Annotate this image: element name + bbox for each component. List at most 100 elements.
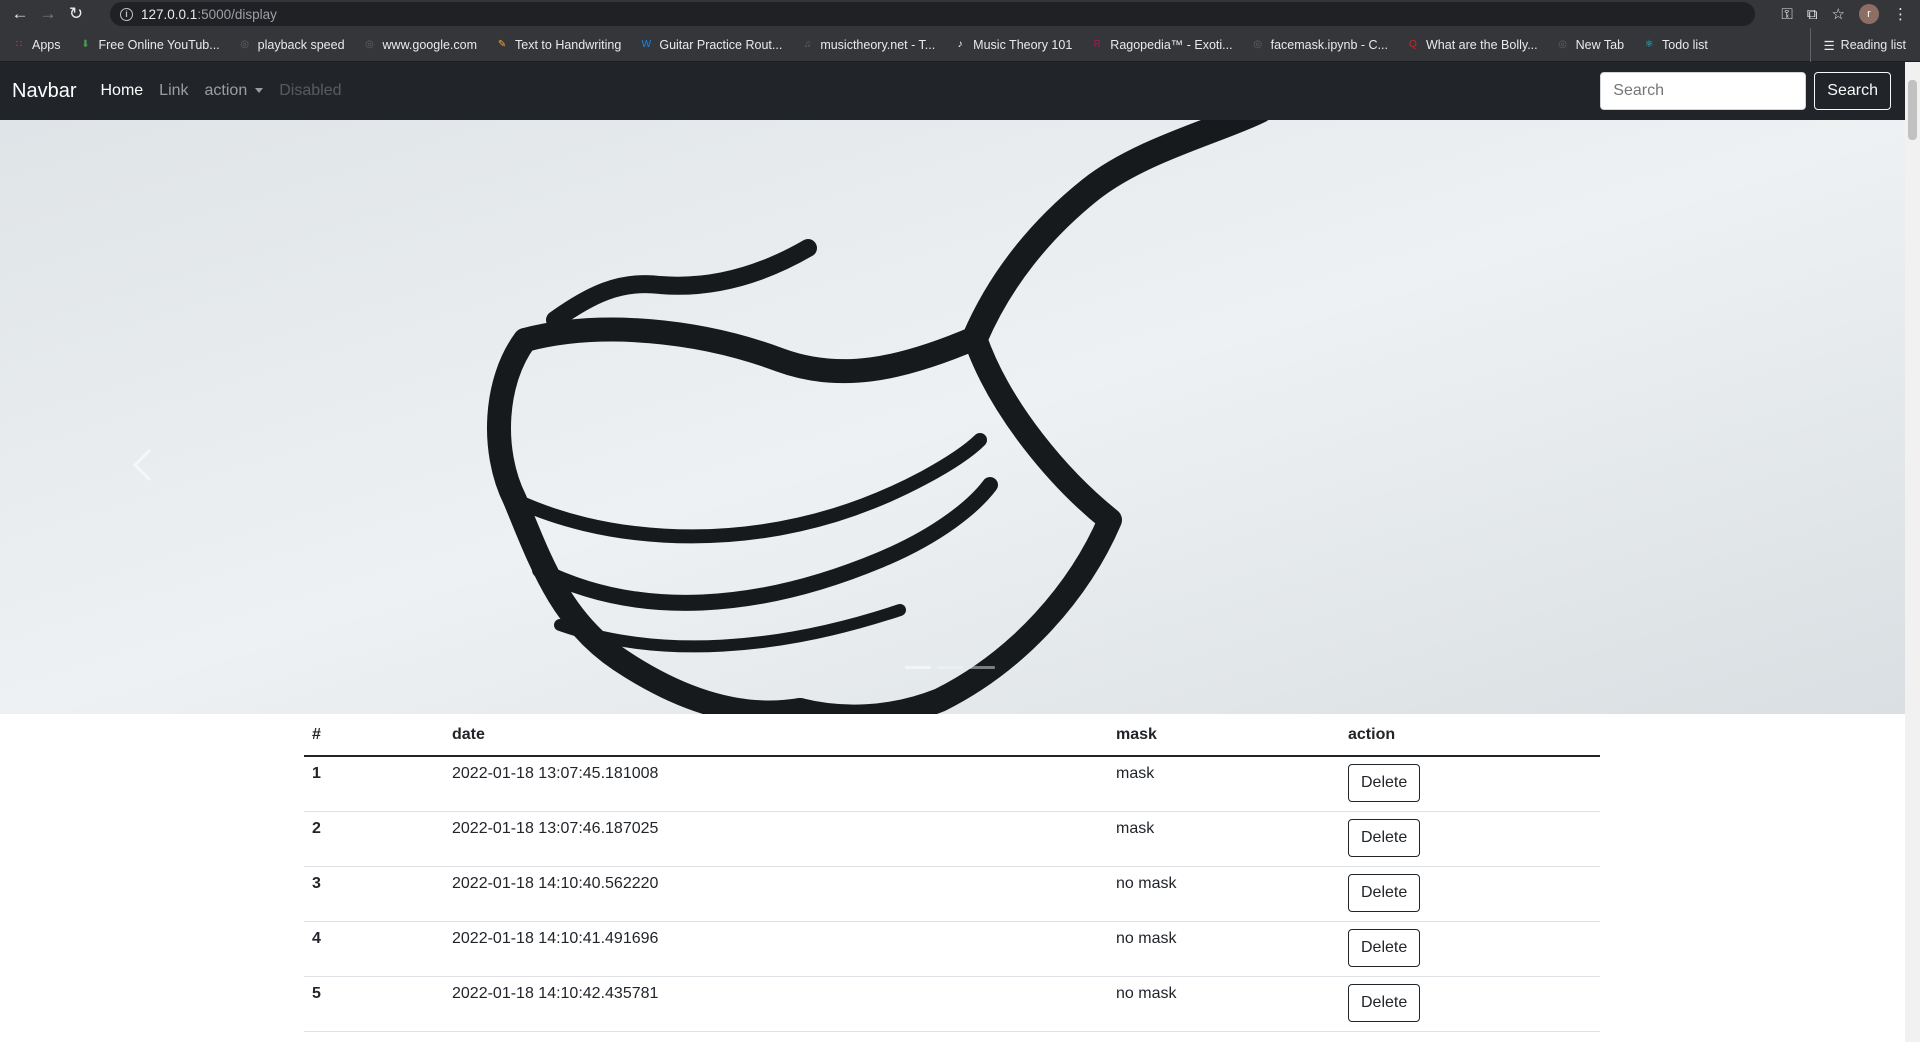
bookmark-label: New Tab (1575, 37, 1625, 52)
search-button[interactable]: Search (1814, 72, 1891, 110)
bookmark-item[interactable]: ∷ Apps (12, 38, 61, 52)
bookmark-item[interactable]: ⬇ Free Online YouTub... (79, 37, 220, 52)
row-mask-status: no mask (1108, 976, 1340, 1032)
row-mask-status: no mask (1108, 921, 1340, 977)
forward-arrow-icon[interactable]: → (34, 0, 62, 28)
delete-button[interactable]: Delete (1348, 818, 1421, 857)
profile-avatar[interactable]: r (1859, 4, 1879, 24)
bookmark-label: www.google.com (382, 37, 478, 52)
note-icon: ♪ (957, 39, 963, 50)
header-num: # (304, 714, 444, 757)
row-num: 1 (304, 756, 444, 812)
bookmark-label: Text to Handwriting (515, 37, 622, 52)
wordpress-icon: W (641, 39, 652, 50)
delete-button[interactable]: Delete (1348, 928, 1421, 967)
bookmark-item[interactable]: ♪ Music Theory 101 (953, 37, 1073, 52)
bookmark-label: musictheory.net - T... (820, 37, 936, 52)
url-path: :5000/display (197, 6, 277, 22)
row-num: 5 (304, 976, 444, 1032)
back-arrow-icon[interactable]: ← (6, 0, 34, 28)
bookmark-label: Free Online YouTub... (98, 37, 220, 52)
bookmark-item[interactable]: ◎ facemask.ipynb - C... (1251, 38, 1388, 52)
navbar-brand[interactable]: Navbar (12, 80, 76, 103)
bookmark-label: facemask.ipynb - C... (1270, 37, 1388, 52)
bookmark-label: playback speed (257, 37, 345, 52)
address-bar[interactable]: i 127.0.0.1:5000/display (110, 2, 1755, 26)
bookmark-item[interactable]: Q What are the Bolly... (1406, 38, 1538, 52)
url-host: 127.0.0.1 (141, 6, 198, 22)
nav-dropdown-label: action (204, 82, 248, 99)
bookmark-item[interactable]: ✎ Text to Handwriting (495, 37, 622, 52)
nav-link-home[interactable]: Home (100, 82, 143, 100)
page-viewport: Navbar Home Link action Disabled Search (0, 62, 1905, 1042)
navbar: Navbar Home Link action Disabled Search (0, 62, 1905, 120)
header-action: action (1340, 714, 1600, 757)
header-mask: mask (1108, 714, 1340, 757)
delete-button[interactable]: Delete (1348, 873, 1421, 912)
bookmark-label: Todo list (1662, 37, 1708, 52)
row-action-cell: Delete (1340, 866, 1600, 922)
row-date: 2022-01-18 14:10:40.562220 (444, 866, 1108, 922)
row-mask-status: mask (1108, 756, 1340, 812)
table-row: 5 2022-01-18 14:10:42.435781 no mask Delete (304, 976, 1600, 1032)
nav-dropdown-action[interactable]: action (205, 82, 264, 100)
quora-icon: Q (1409, 39, 1417, 50)
apps-grid-icon: ∷ (15, 39, 23, 50)
row-mask-status: mask (1108, 811, 1340, 867)
row-action-cell: Delete (1340, 811, 1600, 867)
table-row: 1 2022-01-18 13:07:45.181008 mask Delete (304, 756, 1600, 812)
globe-icon: ◎ (365, 39, 374, 50)
table-row: 4 2022-01-18 14:10:41.491696 no mask Delete (304, 921, 1600, 977)
star-icon[interactable]: ☆ (1832, 5, 1845, 23)
bookmark-item[interactable]: ⚛ Todo list (1642, 38, 1708, 52)
menu-dots-icon[interactable]: ⋮ (1893, 5, 1908, 23)
reading-list-icon: ☰ (1823, 38, 1835, 53)
react-icon: ⚛ (1644, 39, 1654, 50)
reading-list-button[interactable]: ☰ Reading list (1810, 28, 1906, 62)
table-row: 3 2022-01-18 14:10:40.562220 no mask Delete (304, 866, 1600, 922)
header-date: date (444, 714, 1108, 757)
row-date: 2022-01-18 13:07:46.187025 (444, 811, 1108, 867)
bookmark-item[interactable]: W Guitar Practice Rout... (639, 37, 783, 52)
download-arrow-icon: ⬇ (81, 39, 90, 50)
bookmark-item[interactable]: ◎ playback speed (238, 37, 345, 52)
row-action-cell: Delete (1340, 921, 1600, 977)
row-date: 2022-01-18 13:07:45.181008 (444, 756, 1108, 812)
reading-list-label: Reading list (1840, 38, 1906, 52)
pen-icon: ✎ (497, 39, 507, 50)
bookmark-label: Ragopedia™ - Exoti... (1110, 37, 1233, 52)
row-date: 2022-01-18 14:10:42.435781 (444, 976, 1108, 1032)
nav-link-link[interactable]: Link (159, 82, 188, 100)
reload-icon[interactable]: ↻ (62, 0, 90, 28)
page-scrollbar[interactable] (1905, 62, 1920, 1042)
bookmark-label: What are the Bolly... (1426, 37, 1538, 52)
bookmark-item[interactable]: ♫ musictheory.net - T... (800, 37, 936, 52)
row-num: 3 (304, 866, 444, 922)
bookmark-label: Apps (32, 37, 61, 52)
globe-icon: ◎ (240, 39, 250, 50)
delete-button[interactable]: Delete (1348, 764, 1421, 802)
bookmark-item[interactable]: ◎ New Tab (1556, 38, 1624, 52)
row-num: 2 (304, 811, 444, 867)
site-info-icon[interactable]: i (120, 7, 133, 21)
scrollbar-thumb[interactable] (1908, 80, 1917, 140)
caret-down-icon (255, 88, 264, 94)
table-row: 2 2022-01-18 13:07:46.187025 mask Delete (304, 811, 1600, 867)
ragopedia-icon: R (1093, 39, 1101, 50)
search-input[interactable] (1600, 72, 1807, 110)
key-icon[interactable]: ⚿ (1781, 6, 1792, 23)
bookmark-item[interactable]: ◎ www.google.com (363, 37, 478, 52)
delete-button[interactable]: Delete (1348, 983, 1421, 1022)
row-action-cell: Delete (1340, 976, 1600, 1032)
music-icon: ♫ (803, 39, 812, 50)
globe-icon: ◎ (1558, 39, 1567, 50)
mask-graffiti-illustration (0, 120, 1905, 714)
bookmark-item[interactable]: R Ragopedia™ - Exoti... (1090, 37, 1233, 52)
bookmarks-bar: ∷ Apps ⬇ Free Online YouTub... ◎ playback spe… (0, 28, 1920, 62)
carousel-image-face-mask (0, 120, 1905, 714)
bookmark-label: Guitar Practice Rout... (659, 37, 783, 52)
bookmark-label: Music Theory 101 (973, 37, 1073, 52)
search-form: Search (1600, 72, 1891, 110)
share-icon[interactable]: ⧉ (1807, 6, 1818, 23)
table-header-row: # date mask action (304, 714, 1600, 757)
